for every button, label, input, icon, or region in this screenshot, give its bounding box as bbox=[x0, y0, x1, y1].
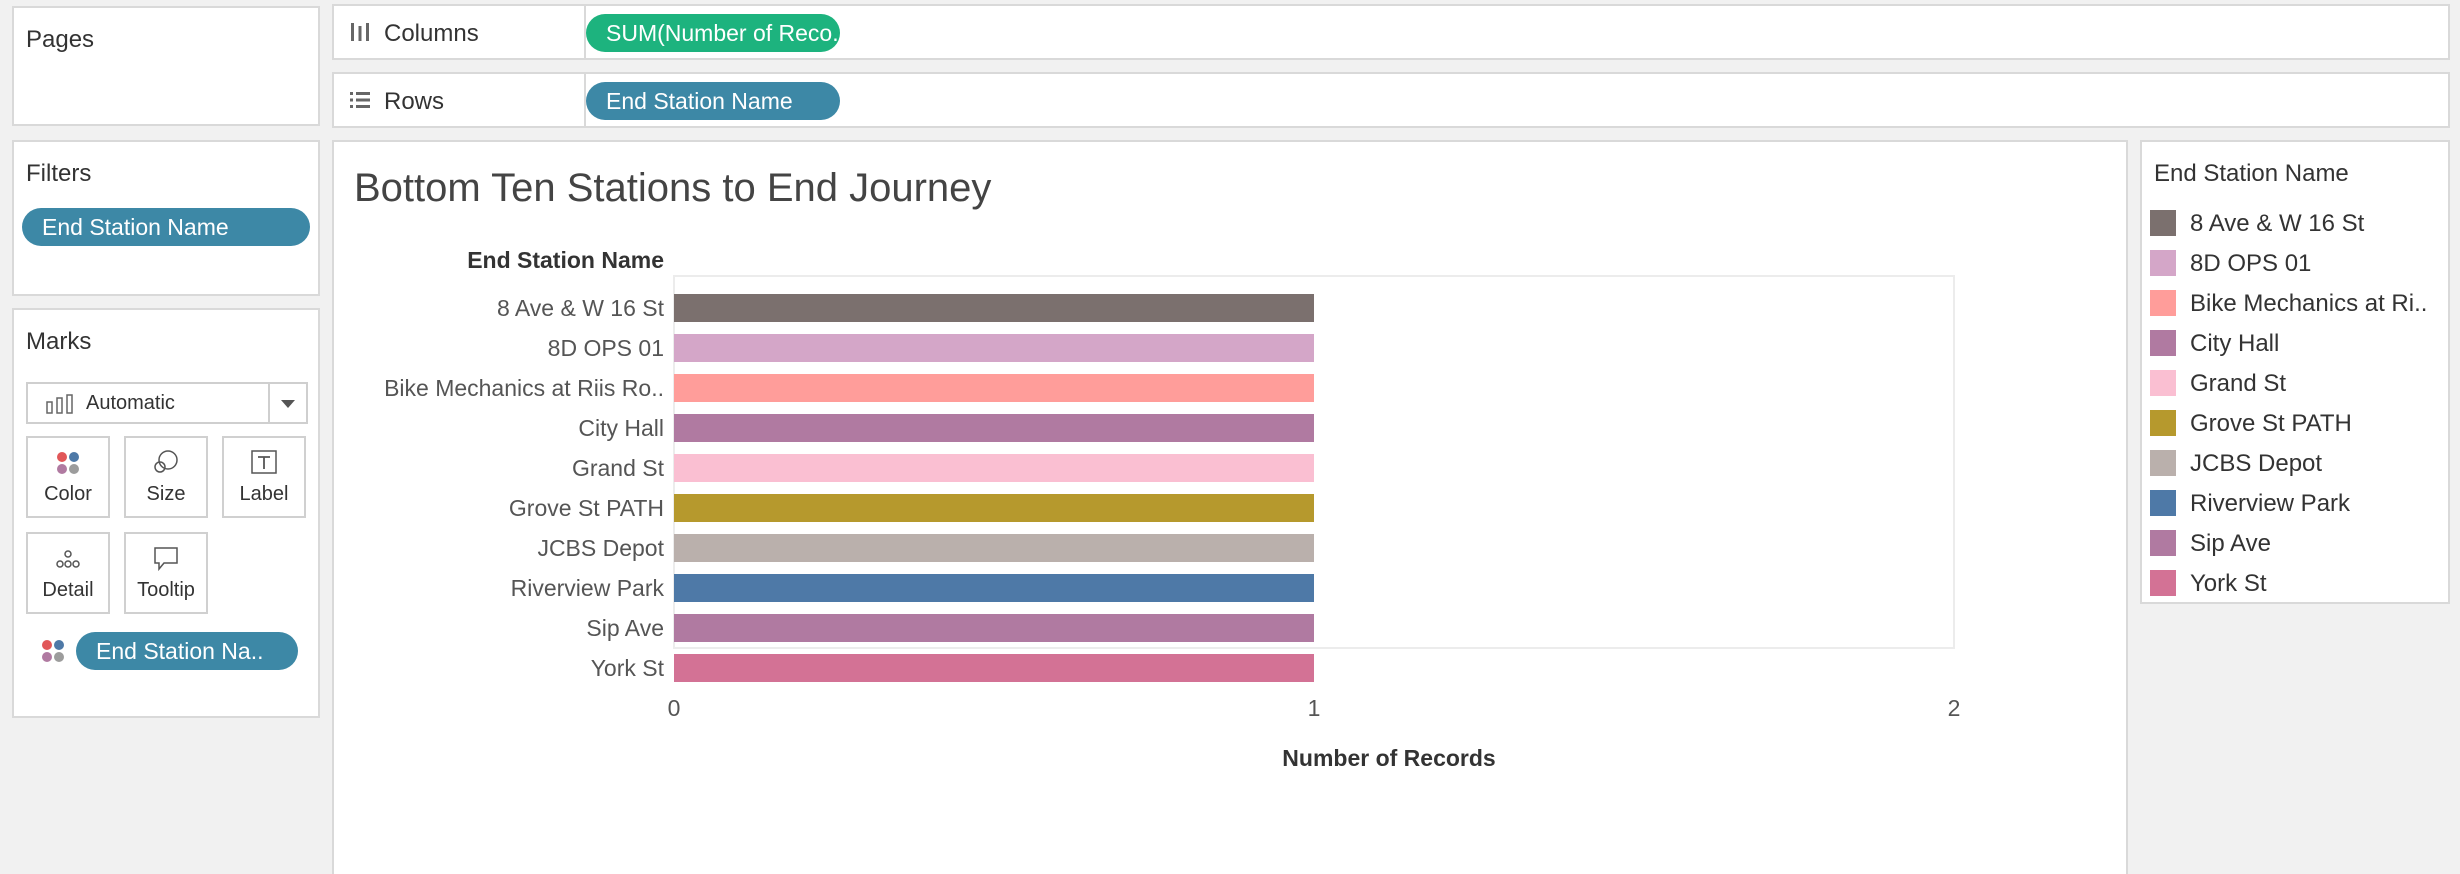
bar[interactable] bbox=[674, 614, 1314, 642]
columns-label: Columns bbox=[384, 20, 479, 47]
row-label: York St bbox=[591, 655, 665, 681]
bar[interactable] bbox=[674, 294, 1314, 322]
marks-title: Marks bbox=[26, 328, 92, 355]
bar[interactable] bbox=[674, 574, 1314, 602]
legend-swatch bbox=[2150, 210, 2176, 236]
legend-title: End Station Name bbox=[2154, 160, 2349, 187]
legend-swatch bbox=[2150, 250, 2176, 276]
bar[interactable] bbox=[674, 654, 1314, 682]
chevron-down-icon[interactable] bbox=[268, 384, 306, 422]
legend-item-label: Sip Ave bbox=[2190, 530, 2271, 557]
label-button[interactable]: Label bbox=[222, 436, 306, 518]
mark-type-dropdown[interactable]: Automatic bbox=[26, 382, 308, 424]
legend-item[interactable]: Riverview Park bbox=[2150, 488, 2440, 518]
columns-pill[interactable]: SUM(Number of Reco.. bbox=[586, 14, 840, 52]
legend-swatch bbox=[2150, 530, 2176, 556]
legend-item[interactable]: 8D OPS 01 bbox=[2150, 248, 2440, 278]
marks-card: Marks Automatic Color Size Label Detail … bbox=[12, 308, 320, 718]
legend-item-label: 8D OPS 01 bbox=[2190, 250, 2312, 277]
row-label: 8 Ave & W 16 St bbox=[497, 295, 665, 321]
detail-button-label: Detail bbox=[42, 579, 94, 601]
label-button-label: Label bbox=[239, 483, 289, 505]
filter-pill-end-station[interactable]: End Station Name bbox=[22, 208, 310, 246]
legend-item-label: Grand St bbox=[2190, 370, 2287, 397]
tooltip-icon bbox=[154, 547, 178, 572]
legend-swatch bbox=[2150, 290, 2176, 316]
color-pill-end-station[interactable]: End Station Na.. bbox=[76, 632, 298, 670]
bar[interactable] bbox=[674, 494, 1314, 522]
legend-item[interactable]: Grand St bbox=[2150, 368, 2440, 398]
legend-item-label: Riverview Park bbox=[2190, 490, 2351, 517]
legend-swatch bbox=[2150, 490, 2176, 516]
color-encoding-icon bbox=[42, 640, 64, 662]
x-tick-label: 2 bbox=[1948, 695, 1961, 721]
bar[interactable] bbox=[674, 414, 1314, 442]
legend-item[interactable]: Sip Ave bbox=[2150, 528, 2440, 558]
size-button-label: Size bbox=[146, 483, 186, 505]
legend-item-label: 8 Ave & W 16 St bbox=[2190, 210, 2365, 237]
bar-chart-icon bbox=[46, 394, 73, 414]
legend-swatch bbox=[2150, 370, 2176, 396]
x-tick-label: 1 bbox=[1308, 695, 1321, 721]
bar[interactable] bbox=[674, 374, 1314, 402]
bar[interactable] bbox=[674, 454, 1314, 482]
legend-item[interactable]: Grove St PATH bbox=[2150, 408, 2440, 438]
rows-icon bbox=[350, 92, 370, 108]
row-header: End Station Name bbox=[467, 247, 664, 273]
legend-item[interactable]: City Hall bbox=[2150, 328, 2440, 358]
row-label: JCBS Depot bbox=[537, 535, 664, 561]
rows-shelf[interactable]: Rows End Station Name bbox=[332, 72, 2450, 128]
x-axis-label: Number of Records bbox=[1282, 745, 1495, 771]
legend-item-label: Bike Mechanics at Ri.. bbox=[2190, 290, 2428, 317]
tooltip-button-label: Tooltip bbox=[137, 579, 195, 601]
detail-button[interactable]: Detail bbox=[26, 532, 110, 614]
rows-label: Rows bbox=[384, 88, 445, 115]
size-icon bbox=[154, 450, 178, 473]
color-icon bbox=[57, 452, 79, 474]
color-button-label: Color bbox=[44, 483, 92, 505]
chart-view: Bottom Ten Stations to End Journey End S… bbox=[332, 140, 2128, 874]
legend-item[interactable]: 8 Ave & W 16 St bbox=[2150, 208, 2440, 238]
legend-swatch bbox=[2150, 570, 2176, 596]
row-label: Bike Mechanics at Riis Ro.. bbox=[384, 375, 664, 401]
rows-pill[interactable]: End Station Name bbox=[586, 82, 840, 120]
legend-item-label: Grove St PATH bbox=[2190, 410, 2352, 437]
color-button[interactable]: Color bbox=[26, 436, 110, 518]
legend-item-label: JCBS Depot bbox=[2190, 450, 2323, 477]
legend-swatch bbox=[2150, 410, 2176, 436]
row-label: 8D OPS 01 bbox=[548, 335, 664, 361]
columns-shelf-header: Columns bbox=[334, 6, 586, 58]
legend-swatch bbox=[2150, 330, 2176, 356]
pages-card: Pages bbox=[12, 6, 320, 126]
mark-type-label: Automatic bbox=[86, 392, 175, 414]
filters-title: Filters bbox=[26, 160, 92, 187]
row-label: Sip Ave bbox=[586, 615, 664, 641]
row-label: Grand St bbox=[572, 455, 665, 481]
size-button[interactable]: Size bbox=[124, 436, 208, 518]
legend-item-label: York St bbox=[2190, 570, 2267, 597]
bar[interactable] bbox=[674, 334, 1314, 362]
legend-item[interactable]: JCBS Depot bbox=[2150, 448, 2440, 478]
legend-item[interactable]: Bike Mechanics at Ri.. bbox=[2150, 288, 2440, 318]
color-legend: End Station Name 8 Ave & W 16 St 8D OPS 0… bbox=[2140, 140, 2450, 604]
detail-icon bbox=[56, 550, 80, 568]
pages-title: Pages bbox=[26, 26, 95, 53]
legend-swatch bbox=[2150, 450, 2176, 476]
row-label: Grove St PATH bbox=[509, 495, 664, 521]
columns-icon bbox=[351, 23, 369, 41]
x-tick-label: 0 bbox=[668, 695, 681, 721]
row-label: Riverview Park bbox=[511, 575, 665, 601]
filters-card: Filters End Station Name bbox=[12, 140, 320, 296]
bar[interactable] bbox=[674, 534, 1314, 562]
columns-shelf[interactable]: Columns SUM(Number of Reco.. bbox=[332, 4, 2450, 60]
bar-chart: End Station Name 8 Ave & W 16 St 8D OPS 0… bbox=[384, 247, 1961, 771]
chart-title: Bottom Ten Stations to End Journey bbox=[354, 166, 992, 210]
text-label-icon bbox=[251, 450, 277, 474]
legend-item[interactable]: York St bbox=[2150, 568, 2440, 598]
row-label: City Hall bbox=[578, 415, 664, 441]
rows-shelf-header: Rows bbox=[334, 74, 586, 126]
legend-item-label: City Hall bbox=[2190, 330, 2280, 357]
tooltip-button[interactable]: Tooltip bbox=[124, 532, 208, 614]
